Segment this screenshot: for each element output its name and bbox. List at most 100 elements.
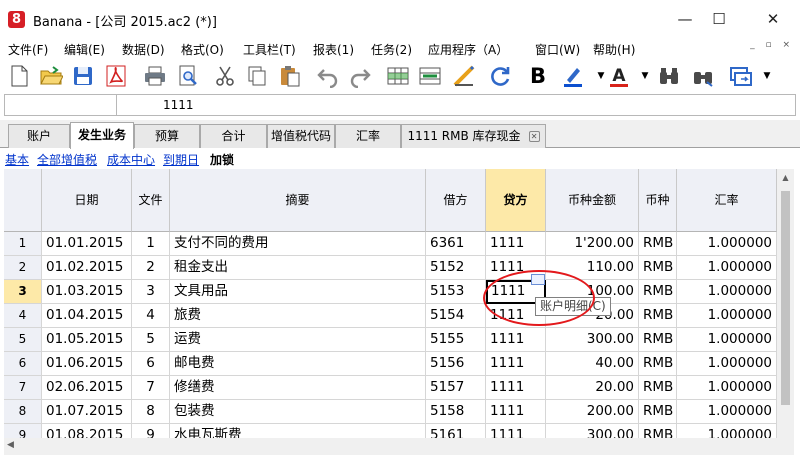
cell-doc[interactable]: 4 <box>132 304 170 328</box>
row-number[interactable]: 7 <box>4 376 42 400</box>
column-header-rate[interactable]: 汇率 <box>677 169 777 232</box>
cell-currency[interactable]: RMB <box>639 256 677 280</box>
cell-date[interactable]: 01.02.2015 <box>42 256 132 280</box>
table-row[interactable]: 4 01.04.2015 4 旅费 5154 1111 20.00 RMB 1.000000 <box>4 304 777 328</box>
cell-doc[interactable]: 5 <box>132 328 170 352</box>
cell-date[interactable]: 01.04.2015 <box>42 304 132 328</box>
view-due-date[interactable]: 到期日 <box>163 151 199 168</box>
table-row[interactable]: 3 01.03.2015 3 文具用品 5153 1111 100.00 RMB 1.00000… <box>4 280 777 304</box>
column-header-currency[interactable]: 币种 <box>639 169 677 232</box>
row-number[interactable]: 6 <box>4 352 42 376</box>
font-color-dropdown-icon[interactable]: ▼ <box>632 62 658 90</box>
cell-debit[interactable]: 5152 <box>426 256 486 280</box>
menu-file[interactable]: 文件(F) <box>8 41 48 58</box>
scroll-left-icon[interactable]: ◀ <box>7 440 14 450</box>
menu-window[interactable]: 窗口(W) <box>535 41 580 58</box>
column-header-doc[interactable]: 文件 <box>132 169 170 232</box>
cell-rate[interactable]: 1.000000 <box>677 328 777 352</box>
row-number[interactable]: 2 <box>4 256 42 280</box>
cell-currency[interactable]: RMB <box>639 328 677 352</box>
row-number[interactable]: 3 <box>4 280 42 304</box>
highlight-color-icon[interactable] <box>560 62 586 90</box>
tab-transactions[interactable]: 发生业务 <box>70 122 134 149</box>
close-tab-icon[interactable]: ✕ <box>528 131 540 142</box>
cell-debit[interactable]: 5153 <box>426 280 486 304</box>
cell-reference-field[interactable] <box>5 95 117 115</box>
cell-date[interactable]: 01.06.2015 <box>42 352 132 376</box>
delete-row-icon[interactable] <box>417 62 443 90</box>
maximize-button[interactable]: ☐ <box>696 0 742 38</box>
column-header-date[interactable]: 日期 <box>42 169 132 232</box>
cell-credit[interactable]: 1111 <box>486 352 546 376</box>
new-file-icon[interactable] <box>6 62 32 90</box>
view-cost-center[interactable]: 成本中心 <box>107 151 155 168</box>
view-basic[interactable]: 基本 <box>5 151 29 168</box>
cell-credit[interactable]: 1111 <box>486 376 546 400</box>
tab-account-card[interactable]: 1111 RMB 库存现金 ✕ <box>401 124 546 148</box>
undo-icon[interactable] <box>315 62 341 90</box>
cell-doc[interactable]: 8 <box>132 400 170 424</box>
cell-currency[interactable]: RMB <box>639 400 677 424</box>
cell-rate[interactable]: 1.000000 <box>677 400 777 424</box>
cell-description[interactable]: 包装费 <box>170 400 426 424</box>
cell-description[interactable]: 旅费 <box>170 304 426 328</box>
column-header-currency-amount[interactable]: 币种金额 <box>546 169 639 232</box>
font-color-icon[interactable]: A <box>606 62 632 90</box>
open-folder-icon[interactable] <box>38 62 64 90</box>
cell-currency[interactable]: RMB <box>639 232 677 256</box>
cell-description[interactable]: 运费 <box>170 328 426 352</box>
tab-vat-codes[interactable]: 增值税代码 <box>267 124 335 148</box>
menu-edit[interactable]: 编辑(E) <box>64 41 105 58</box>
vertical-scrollbar[interactable]: ▲ <box>777 169 794 455</box>
cell-description[interactable]: 文具用品 <box>170 280 426 304</box>
print-icon[interactable] <box>142 62 168 90</box>
cell-doc[interactable]: 3 <box>132 280 170 304</box>
cell-doc[interactable]: 7 <box>132 376 170 400</box>
cell-debit[interactable]: 5155 <box>426 328 486 352</box>
row-number[interactable]: 4 <box>4 304 42 328</box>
save-icon[interactable] <box>70 62 96 90</box>
cell-rate[interactable]: 1.000000 <box>677 376 777 400</box>
tab-exchange-rates[interactable]: 汇率 <box>335 124 401 148</box>
cell-rate[interactable]: 1.000000 <box>677 280 777 304</box>
table-row[interactable]: 2 01.02.2015 2 租金支出 5152 1111 110.00 RMB 1.00000… <box>4 256 777 280</box>
cell-description[interactable]: 支付不同的费用 <box>170 232 426 256</box>
cell-currency[interactable]: RMB <box>639 280 677 304</box>
close-button[interactable]: ✕ <box>750 0 796 38</box>
cell-credit[interactable]: 1111 <box>486 328 546 352</box>
mdi-window-controls[interactable]: _ ▫ × <box>750 40 794 50</box>
print-preview-icon[interactable] <box>175 62 201 90</box>
cell-rate[interactable]: 1.000000 <box>677 352 777 376</box>
row-number[interactable]: 1 <box>4 232 42 256</box>
menu-toolbar[interactable]: 工具栏(T) <box>243 41 296 58</box>
search-replace-icon[interactable] <box>690 62 716 90</box>
column-header-description[interactable]: 摘要 <box>170 169 426 232</box>
window-switch-dropdown-icon[interactable]: ▼ <box>754 62 780 90</box>
menu-data[interactable]: 数据(D) <box>122 41 165 58</box>
menu-reports[interactable]: 报表(1) <box>313 41 354 58</box>
cell-currency[interactable]: RMB <box>639 376 677 400</box>
table-row[interactable]: 7 02.06.2015 7 修缮费 5157 1111 20.00 RMB 1.000000 <box>4 376 777 400</box>
cell-date[interactable]: 01.01.2015 <box>42 232 132 256</box>
cell-debit[interactable]: 5154 <box>426 304 486 328</box>
redo-icon[interactable] <box>347 62 373 90</box>
cell-debit[interactable]: 5156 <box>426 352 486 376</box>
edit-ruler-icon[interactable] <box>451 62 477 90</box>
cell-description[interactable]: 租金支出 <box>170 256 426 280</box>
cell-rate[interactable]: 1.000000 <box>677 256 777 280</box>
view-all-vat[interactable]: 全部增值税 <box>37 151 97 168</box>
tab-totals[interactable]: 合计 <box>200 124 267 148</box>
cell-doc[interactable]: 6 <box>132 352 170 376</box>
cell-debit[interactable]: 5157 <box>426 376 486 400</box>
search-icon[interactable] <box>656 62 682 90</box>
cell-currency-amount[interactable]: 200.00 <box>546 400 639 424</box>
cell-description[interactable]: 修缮费 <box>170 376 426 400</box>
pdf-icon[interactable] <box>103 62 129 90</box>
recheck-icon[interactable] <box>487 62 513 90</box>
cell-rate[interactable]: 1.000000 <box>677 304 777 328</box>
cell-date[interactable]: 01.05.2015 <box>42 328 132 352</box>
cut-icon[interactable] <box>212 62 238 90</box>
scrollbar-thumb[interactable] <box>781 191 790 405</box>
horizontal-scrollbar[interactable]: ◀ <box>4 438 777 455</box>
menu-format[interactable]: 格式(O) <box>181 41 224 58</box>
